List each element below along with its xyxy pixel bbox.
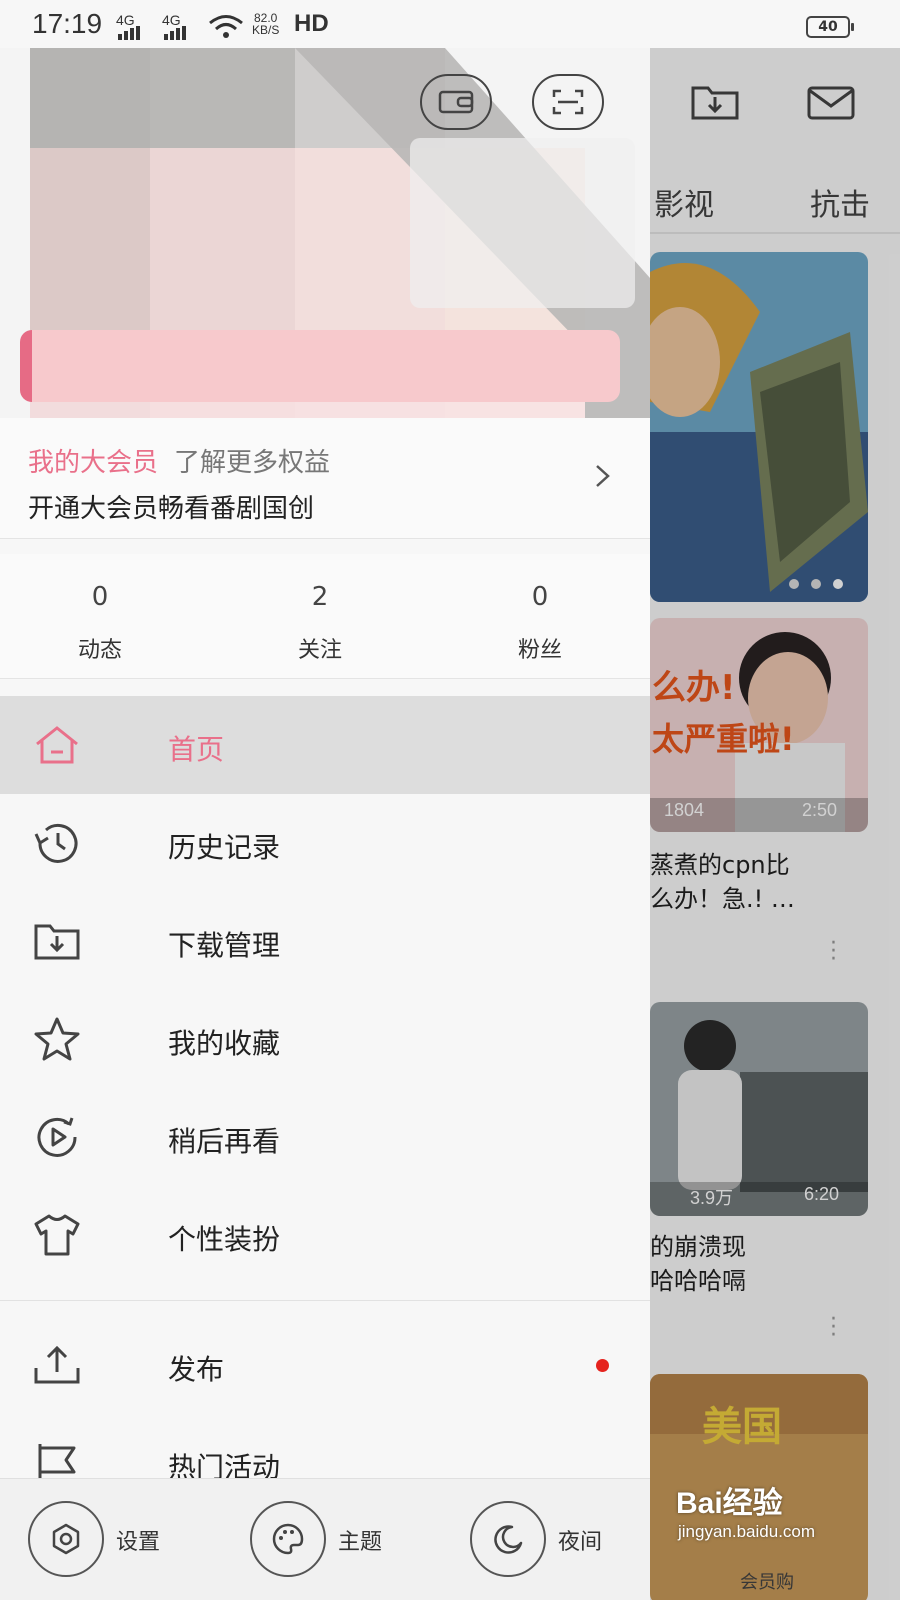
scan-icon: [552, 89, 584, 115]
settings-circle: [28, 1501, 104, 1577]
palette-icon: [272, 1523, 304, 1555]
network-speed: 82.0 KB/S: [252, 12, 279, 36]
menu-divider: [0, 1300, 650, 1301]
stat-following[interactable]: 2 关注: [220, 582, 420, 664]
battery-icon: 40: [806, 16, 854, 38]
theme-circle: [250, 1501, 326, 1577]
upload-icon: [34, 1345, 80, 1384]
watermark-url: jingyan.baidu.com: [678, 1522, 816, 1541]
menu-label: 稍后再看: [168, 1125, 281, 1158]
stat-value: 0: [531, 582, 549, 612]
menu-label: 首页: [168, 733, 225, 766]
vip-title: 我的大会员: [28, 448, 159, 478]
wifi-icon: [209, 15, 243, 38]
settings-icon: [52, 1523, 80, 1555]
history-icon: [34, 823, 78, 863]
moon-icon: [494, 1525, 523, 1554]
menu-label: 下载管理: [168, 929, 281, 962]
menu-item-publish[interactable]: 发布: [0, 1316, 650, 1414]
home-icon: [36, 726, 78, 764]
menu-item-favorites[interactable]: 我的收藏: [0, 990, 650, 1088]
scan-button[interactable]: [532, 74, 604, 130]
vip-more-benefits[interactable]: 了解更多权益: [174, 448, 330, 478]
menu-item-home[interactable]: 首页: [0, 696, 650, 794]
drawer-bottom-bar: 设置 主题 夜间: [0, 1478, 650, 1600]
menu-label: 历史记录: [168, 831, 281, 864]
menu-item-downloads[interactable]: 下载管理: [0, 892, 650, 990]
navigation-drawer: 我的大会员 了解更多权益 开通大会员畅看番剧国创 0 动态 2 关注 0 粉丝 首…: [0, 48, 650, 1600]
settings-label: 设置: [116, 1530, 161, 1555]
stat-fans[interactable]: 0 粉丝: [440, 582, 640, 664]
menu-label: 个性装扮: [168, 1223, 281, 1256]
night-mode-circle: [470, 1501, 546, 1577]
wallet-button[interactable]: [420, 74, 492, 130]
menu-item-watch-later[interactable]: 稍后再看: [0, 1088, 650, 1186]
notification-dot: [596, 1359, 609, 1372]
menu-label: 我的收藏: [168, 1027, 281, 1060]
menu-item-personalize[interactable]: 个性装扮: [0, 1186, 650, 1284]
vip-heading: 我的大会员 了解更多权益: [28, 442, 330, 479]
hd-indicator: HD: [294, 10, 329, 37]
stat-dynamic[interactable]: 0 动态: [0, 582, 200, 664]
tshirt-icon: [34, 1214, 80, 1256]
watch-later-icon: [37, 1117, 77, 1157]
vip-card[interactable]: 我的大会员 了解更多权益 开通大会员畅看番剧国创: [0, 418, 650, 539]
speed-unit: KB/S: [252, 23, 280, 37]
theme-label: 主题: [338, 1530, 383, 1555]
vip-subtitle: 开通大会员畅看番剧国创: [28, 494, 315, 524]
stat-value: 0: [91, 582, 109, 612]
baidu-jingyan-watermark: Bai经验 jingyan.baidu.com: [676, 1478, 846, 1588]
stat-label: 动态: [77, 638, 122, 663]
menu-label: 发布: [168, 1353, 225, 1386]
signal-bars-1-icon: [118, 26, 140, 40]
star-icon: [34, 1017, 80, 1061]
vip-banner-strip[interactable]: [20, 330, 620, 402]
watermark-logo: Bai经验: [676, 1487, 783, 1520]
night-mode-label: 夜间: [558, 1530, 603, 1555]
chevron-right-icon[interactable]: [592, 464, 612, 488]
drawer-scrim[interactable]: [650, 48, 900, 1600]
download-folder-icon: [34, 924, 80, 960]
stat-label: 关注: [297, 638, 342, 663]
status-bar: 17:19 4G 4G 82.0 KB/S HD 40: [0, 0, 900, 48]
signal-bars-2-icon: [164, 26, 186, 40]
clock: 17:19: [32, 8, 103, 39]
menu-item-history[interactable]: 历史记录: [0, 794, 650, 892]
wallet-icon: [438, 90, 474, 114]
stat-label: 粉丝: [517, 638, 562, 663]
stat-value: 2: [311, 582, 329, 612]
profile-header: [0, 48, 650, 428]
user-stats: 0 动态 2 关注 0 粉丝: [0, 554, 650, 679]
